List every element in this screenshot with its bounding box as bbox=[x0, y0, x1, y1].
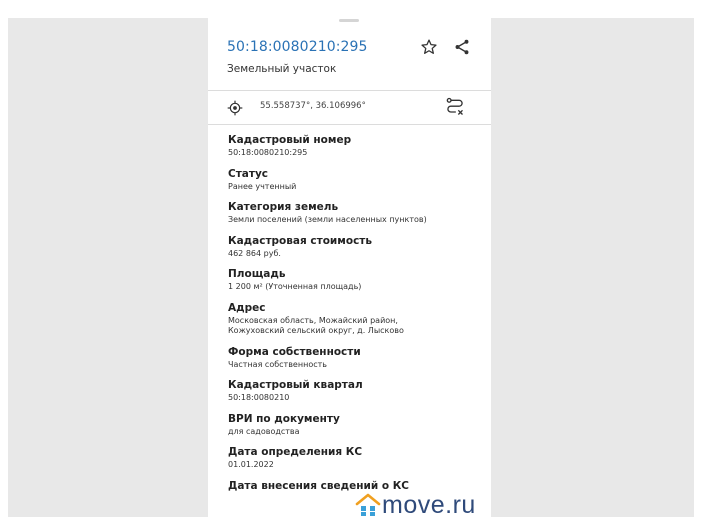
favorite-button[interactable] bbox=[418, 36, 440, 58]
field-address: Адрес Московская область, Можайский райо… bbox=[228, 302, 486, 337]
coordinates-text[interactable]: 55.558737°, 36.106996° bbox=[260, 101, 366, 111]
object-type: Земельный участок bbox=[227, 63, 337, 75]
route-icon bbox=[446, 97, 463, 115]
card-header: 50:18:0080210:295 Земельный участок bbox=[208, 18, 491, 90]
field-value: 01.01.2022 bbox=[228, 460, 274, 469]
field-status: Статус Ранее учтенный bbox=[228, 168, 486, 193]
field-label: Категория земель bbox=[228, 201, 339, 213]
field-value-line: Кожуховский сельский округ, д. Лысково bbox=[228, 326, 404, 335]
field-label: Форма собственности bbox=[228, 345, 361, 358]
object-card: 50:18:0080210:295 Земельный участок 55.5… bbox=[208, 18, 491, 517]
field-value: 50:18:0080210:295 bbox=[228, 148, 308, 157]
field-value: 1 200 м² (Уточненная площадь) bbox=[228, 282, 362, 291]
field-label: Адрес bbox=[228, 301, 266, 314]
cadastral-number-title[interactable]: 50:18:0080210:295 bbox=[227, 39, 368, 55]
field-label: Площадь bbox=[228, 268, 286, 280]
locate-button[interactable] bbox=[226, 99, 244, 117]
divider bbox=[208, 124, 491, 125]
coordinates-row: 55.558737°, 36.106996° bbox=[208, 91, 491, 124]
share-icon bbox=[455, 39, 469, 55]
field-cadastral-value: Кадастровая стоимость 462 864 руб. bbox=[228, 235, 486, 260]
field-label: Дата определения КС bbox=[228, 446, 363, 458]
field-valuation-date: Дата определения КС 01.01.2022 bbox=[228, 446, 486, 471]
field-label: Кадастровая стоимость bbox=[228, 234, 373, 247]
field-ownership: Форма собственности Частная собственност… bbox=[228, 346, 486, 371]
field-land-category: Категория земель Земли поселений (земли … bbox=[228, 201, 486, 226]
field-cadastral-quarter: Кадастровый квартал 50:18:0080210 bbox=[228, 379, 486, 404]
target-icon bbox=[227, 100, 243, 116]
star-outline-icon bbox=[421, 39, 437, 54]
field-value: 462 864 руб. bbox=[228, 248, 281, 258]
house-logo-icon bbox=[355, 493, 381, 516]
field-value: 50:18:0080210 bbox=[228, 393, 290, 402]
field-value-line: Московская область, Можайский район, bbox=[228, 315, 398, 325]
share-button[interactable] bbox=[451, 36, 473, 58]
field-label: Кадастровый квартал bbox=[228, 379, 363, 391]
field-value: Земли поселений (земли населенных пункто… bbox=[228, 215, 427, 224]
route-button[interactable] bbox=[445, 97, 465, 117]
field-value: Ранее учтенный bbox=[228, 181, 297, 191]
watermark-text: move.ru bbox=[382, 491, 476, 517]
field-value: Частная собственность bbox=[228, 359, 327, 369]
field-cadastral-number: Кадастровый номер 50:18:0080210:295 bbox=[228, 134, 486, 159]
field-area: Площадь 1 200 м² (Уточненная площадь) bbox=[228, 268, 486, 293]
field-permitted-use: ВРИ по документу для садоводства bbox=[228, 413, 486, 438]
field-label: Статус bbox=[228, 167, 269, 180]
move-ru-watermark: move.ru bbox=[355, 488, 476, 517]
field-value: для садоводства bbox=[228, 426, 300, 436]
attributes-list: Кадастровый номер 50:18:0080210:295 Стат… bbox=[228, 134, 486, 502]
field-label: Кадастровый номер bbox=[228, 134, 352, 146]
field-label: ВРИ по документу bbox=[228, 412, 340, 425]
